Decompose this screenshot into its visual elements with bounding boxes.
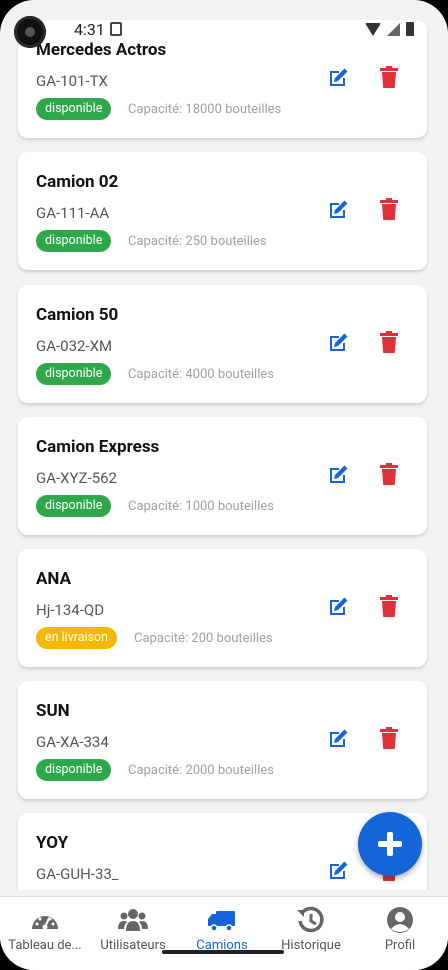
truck-card[interactable]: Camion 02 GA-111-AA disponible Capacité:… [18, 152, 427, 270]
truck-name: YOY [36, 833, 69, 853]
add-truck-button[interactable] [358, 812, 422, 876]
edit-icon[interactable] [326, 198, 350, 222]
truck-card[interactable]: Camion 50 GA-032-XM disponible Capacité:… [18, 285, 427, 403]
delete-icon[interactable] [380, 463, 398, 485]
edit-icon[interactable] [326, 727, 350, 751]
truck-plate: GA-111-AA [36, 204, 110, 222]
nav-label: Tableau de... [8, 938, 82, 953]
truck-card[interactable]: SUN GA-XA-334 disponible Capacité: 2000 … [18, 681, 427, 799]
truck-capacity: Capacité: 18000 bouteilles [128, 102, 282, 117]
truck-capacity: Capacité: 250 bouteilles [128, 234, 267, 249]
home-indicator[interactable] [162, 950, 284, 954]
truck-name: Camion 50 [36, 305, 119, 325]
battery-icon [406, 22, 414, 36]
status-badge: disponible [36, 98, 112, 120]
status-badge: disponible [36, 759, 112, 781]
dashboard-icon [32, 916, 58, 930]
truck-name: SUN [36, 701, 70, 721]
users-icon [118, 909, 148, 931]
delete-icon[interactable] [380, 595, 398, 617]
edit-icon[interactable] [326, 859, 350, 883]
status-badge: en livraison [36, 627, 118, 649]
nav-item-history[interactable]: Historique [266, 905, 356, 953]
truck-plate: GA-032-XM [36, 337, 113, 355]
edit-icon[interactable] [326, 595, 350, 619]
status-icons [365, 22, 414, 36]
delete-icon[interactable] [380, 727, 398, 749]
plus-icon [378, 832, 402, 856]
truck-card[interactable]: ANA Hj-134-QD en livraison Capacité: 200… [18, 549, 427, 667]
signal-icon [387, 22, 400, 36]
delete-icon[interactable] [380, 198, 398, 220]
truck-icon [208, 911, 235, 932]
truck-plate: GA-XA-334 [36, 733, 109, 751]
truck-plate: GA-XYZ-562 [36, 469, 117, 487]
nav-label: Profil [384, 938, 416, 953]
truck-plate: GA-GUH-33_ [36, 865, 119, 883]
wifi-icon [365, 22, 381, 36]
truck-capacity: Capacité: 4000 bouteilles [128, 367, 274, 382]
nav-item-profile[interactable]: Profil [355, 905, 445, 953]
truck-plate: Hj-134-QD [36, 601, 105, 619]
app-screen: Mercedes Actros GA-101-TX disponible Cap… [0, 0, 448, 970]
edit-icon[interactable] [326, 331, 350, 355]
edit-icon[interactable] [326, 66, 350, 90]
truck-capacity: Capacité: 2000 bouteilles [128, 763, 274, 778]
status-badge: disponible [36, 363, 112, 385]
delete-icon[interactable] [380, 66, 398, 88]
status-badge: disponible [36, 495, 112, 517]
truck-name: Camion 02 [36, 172, 119, 192]
truck-card[interactable]: Camion Express GA-XYZ-562 disponible Cap… [18, 417, 427, 535]
sim-card-icon [110, 22, 122, 36]
camera-cutout [14, 16, 46, 48]
truck-name: ANA [36, 569, 71, 589]
truck-plate: GA-101-TX [36, 72, 108, 90]
edit-icon[interactable] [326, 463, 350, 487]
profile-icon [387, 907, 413, 933]
truck-list[interactable]: Mercedes Actros GA-101-TX disponible Cap… [0, 0, 448, 890]
truck-capacity: Capacité: 200 bouteilles [134, 631, 273, 646]
nav-item-users[interactable]: Utilisateurs [88, 905, 178, 953]
status-time: 4:31 [74, 20, 105, 39]
status-badge: disponible [36, 230, 112, 252]
truck-name: Camion Express [36, 437, 160, 457]
nav-item-dashboard[interactable]: Tableau de... [0, 905, 90, 953]
nav-item-camions[interactable]: Camions [177, 905, 267, 953]
delete-icon[interactable] [380, 331, 398, 353]
truck-capacity: Capacité: 1000 bouteilles [128, 499, 274, 514]
status-bar: 4:31 [0, 0, 448, 48]
bottom-nav: Tableau de... Utilisateurs Camions Histo… [0, 896, 448, 970]
history-icon [297, 906, 324, 933]
truck-name: Mercedes Actros [36, 40, 167, 60]
